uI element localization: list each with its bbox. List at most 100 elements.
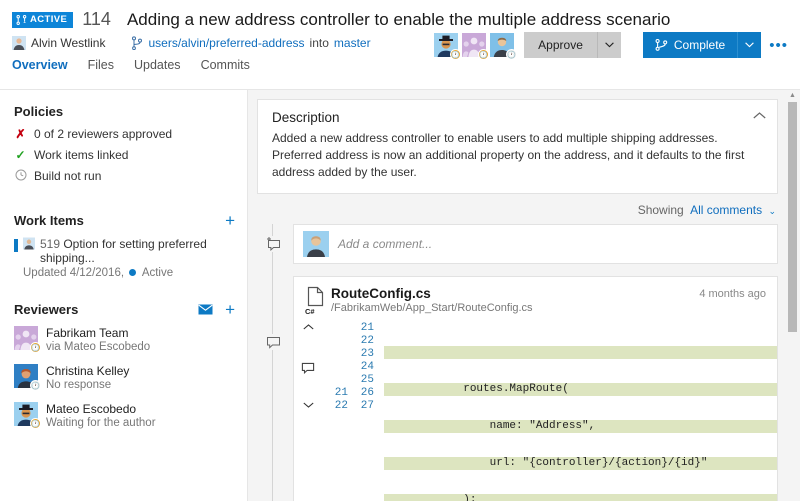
sidebar: Policies ✗ 0 of 2 reviewers approved ✓ W… — [0, 90, 248, 501]
chevron-up-icon — [753, 112, 766, 119]
description-card: Description Added a new address controll… — [257, 99, 778, 194]
line-number — [322, 374, 348, 387]
expand-up-icon[interactable] — [294, 322, 322, 335]
line-number — [322, 348, 348, 361]
tab-files[interactable]: Files — [88, 58, 114, 76]
body: Policies ✗ 0 of 2 reviewers approved ✓ W… — [0, 90, 800, 501]
page-header: ACTIVE 114 Adding a new address controll… — [0, 0, 800, 90]
diff-line-added: routes.MapRoute( — [384, 383, 777, 396]
mail-icon[interactable] — [198, 304, 213, 315]
new-comment-input[interactable]: Add a comment... — [338, 237, 432, 251]
file-header: C# RouteConfig.cs /FabrikamWeb/App_Start… — [294, 277, 777, 322]
divider — [14, 279, 247, 301]
file-icon: C# — [305, 286, 331, 315]
line-number — [322, 322, 348, 335]
diff-line-added — [384, 346, 777, 359]
vertical-scrollbar[interactable] — [788, 102, 797, 332]
reviewer-status: No response — [46, 379, 129, 391]
diff-new-line-numbers: 21 22 23 24 25 26 27 — [348, 322, 374, 501]
status-badge-waiting: 🕐 — [450, 49, 461, 60]
policy-label: Build not run — [34, 169, 101, 183]
complete-dropdown-button[interactable] — [737, 32, 761, 58]
reviewers-heading: Reviewers + — [14, 301, 235, 318]
file-extension-label: C# — [305, 307, 315, 316]
target-branch-link[interactable]: master — [334, 36, 371, 50]
expand-down-icon[interactable] — [294, 400, 322, 413]
chevron-down-icon — [303, 402, 314, 408]
main-content: Description Added a new address controll… — [248, 90, 800, 501]
line-number: 23 — [348, 348, 374, 361]
pull-request-icon — [16, 15, 27, 25]
file-timestamp: 4 months ago — [699, 288, 766, 300]
author-chip: Alvin Westlink — [12, 36, 105, 50]
more-actions-button[interactable]: ••• — [761, 38, 792, 53]
new-comment-box[interactable]: Add a comment... — [293, 224, 778, 264]
policy-label: Work items linked — [34, 148, 128, 162]
chevron-up-icon[interactable] — [753, 111, 766, 122]
description-title: Description — [272, 110, 763, 125]
reviewer-name: Fabrikam Team — [46, 326, 150, 340]
diff-line-added: url: "{controller}/{action}/{id}" — [384, 457, 777, 470]
add-work-item-icon[interactable]: + — [225, 212, 235, 229]
file-comment-thread: C# RouteConfig.cs /FabrikamWeb/App_Start… — [293, 276, 778, 501]
diff-line-added: name: "Address", — [384, 420, 777, 433]
reviewer-thumb[interactable]: 🕐 — [434, 33, 458, 57]
status-badge-no-response: 🕐 — [30, 380, 41, 391]
approve-dropdown-button[interactable] — [597, 32, 621, 58]
author-name: Alvin Westlink — [31, 36, 105, 50]
chevron-up-icon — [303, 324, 314, 330]
comment-icon — [301, 362, 315, 374]
line-number: 26 — [348, 387, 374, 400]
status-badge-no-response: 🕐 — [506, 49, 517, 60]
reviewer-thumb[interactable]: 🕐 — [462, 33, 486, 57]
approve-button[interactable]: Approve — [524, 32, 597, 58]
diff-code: routes.MapRoute( name: "Address", url: "… — [374, 322, 777, 501]
chevron-down-icon — [605, 42, 614, 48]
line-number: 22 — [348, 335, 374, 348]
list-item[interactable]: 🕐 Fabrikam Team via Mateo Escobedo — [14, 326, 247, 353]
scroll-up-arrow[interactable]: ▲ — [788, 92, 797, 99]
avatar — [303, 231, 329, 257]
policies-heading: Policies — [14, 104, 235, 119]
status-badge-label: ACTIVE — [30, 15, 67, 25]
work-item-updated-prefix: Updated — [23, 267, 66, 279]
add-comment-rail-icon — [265, 236, 281, 252]
tab-commits[interactable]: Commits — [201, 58, 250, 76]
list-item[interactable]: 🕐 Christina Kelley No response — [14, 364, 247, 391]
line-number: 21 — [322, 387, 348, 400]
work-items-heading: Work Items + — [14, 212, 235, 229]
source-branch-link[interactable]: users/alvin/preferred-address — [148, 36, 304, 50]
tab-overview[interactable]: Overview — [12, 58, 68, 76]
reviewer-status: via Mateo Escobedo — [46, 341, 150, 353]
line-number: 24 — [348, 361, 374, 374]
reviewer-status: Waiting for the author — [46, 417, 156, 429]
work-item-type-bar — [14, 239, 18, 252]
divider — [14, 190, 247, 212]
complete-button[interactable]: Complete — [643, 32, 737, 58]
reviewer-thumb[interactable]: 🕐 — [490, 33, 514, 57]
policy-row-workitems: ✓ Work items linked — [14, 148, 247, 162]
clock-icon — [15, 169, 27, 181]
file-path: /FabrikamWeb/App_Start/RouteConfig.cs — [331, 302, 533, 314]
pr-id: 114 — [82, 9, 111, 30]
pull-request-page: ACTIVE 114 Adding a new address controll… — [0, 0, 800, 501]
list-item[interactable]: 519 Option for setting preferred shippin… — [14, 237, 247, 279]
policies-heading-label: Policies — [14, 104, 63, 119]
check-icon: ✓ — [14, 149, 27, 161]
work-item-updated: 4/12/2016, — [70, 267, 124, 279]
avatar — [12, 36, 26, 50]
reviewer-thumbnails: 🕐 🕐 — [434, 33, 514, 57]
chevron-down-icon[interactable]: ⌄ — [768, 206, 776, 216]
line-number: 25 — [348, 374, 374, 387]
header-title-row: ACTIVE 114 Adding a new address controll… — [0, 0, 800, 30]
diff-comment-icon[interactable] — [294, 361, 322, 374]
comment-filter-link[interactable]: All comments — [690, 203, 762, 217]
tab-updates[interactable]: Updates — [134, 58, 181, 76]
policy-row-reviewers: ✗ 0 of 2 reviewers approved — [14, 127, 247, 141]
add-reviewer-icon[interactable]: + — [225, 301, 235, 318]
page-title: Adding a new address controller to enabl… — [127, 10, 670, 30]
pull-request-icon — [655, 39, 668, 51]
list-item[interactable]: 🕐 Mateo Escobedo Waiting for the author — [14, 402, 247, 429]
header-meta-row: Alvin Westlink users/alvin/preferred-add… — [0, 30, 800, 50]
line-number — [322, 361, 348, 374]
